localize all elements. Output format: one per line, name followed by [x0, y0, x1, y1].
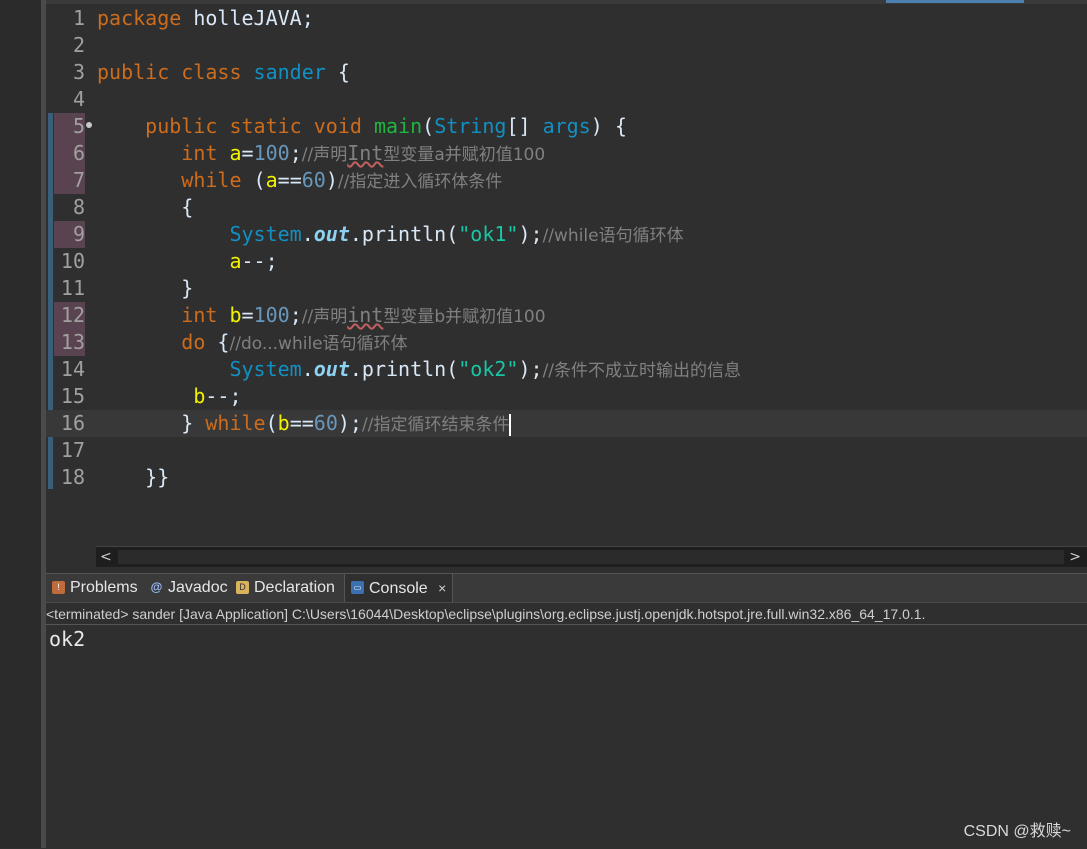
line-number: 8 [72, 195, 85, 219]
tab-label: Problems [70, 579, 138, 596]
javadoc-icon: @ [150, 580, 163, 594]
line-number: 10 [60, 249, 85, 273]
line-number: 17 [60, 438, 85, 462]
line-number: 9 [72, 222, 85, 246]
tab-label: Javadoc [168, 579, 228, 596]
code-line[interactable]: 14 System.out.println("ok2");//条件不成立时输出的… [46, 356, 1087, 383]
panel-tab-bar: ! Problems @ Javadoc D Declaration ▭ Con… [46, 574, 1087, 603]
code-line[interactable]: 9 System.out.println("ok1");//while语句循环体 [46, 221, 1087, 248]
line-number: 12 [60, 303, 85, 327]
code-line[interactable]: 12 int b=100;//声明int型变量b并赋初值100 [46, 302, 1087, 329]
editor-top-border [46, 0, 1087, 4]
code-editor[interactable]: 1 package holleJAVA; 2 3 public class sa… [46, 0, 1087, 546]
code-line[interactable]: 17 [46, 437, 1087, 464]
watermark: CSDN @救赎~ [963, 823, 1071, 840]
code-line[interactable]: 7 while (a==60)//指定进入循环体条件 [46, 167, 1087, 194]
code-line-current[interactable]: 16 } while(b==60);//指定循环结束条件 [46, 410, 1087, 437]
console-icon: ▭ [351, 581, 364, 594]
code-text: System.out.println("ok2");//条件不成立时输出的信息 [229, 357, 742, 382]
code-text: do {//do...while语句循环体 [181, 330, 408, 355]
problems-icon: ! [52, 581, 65, 594]
code-text: while (a==60)//指定进入循环体条件 [181, 168, 503, 193]
line-number: 7 [72, 168, 85, 192]
scroll-right-icon[interactable]: > [1069, 547, 1081, 567]
editor-tab-accent [886, 0, 1024, 3]
code-line[interactable]: 15 b--; [46, 383, 1087, 410]
scrollbar-thumb[interactable] [118, 550, 1064, 564]
left-side-strip [0, 0, 46, 848]
line-number: 2 [72, 33, 85, 57]
line-number: 11 [60, 276, 85, 300]
code-line[interactable]: 2 [46, 32, 1087, 59]
code-text: { [181, 195, 194, 219]
tab-declaration[interactable]: D Declaration [230, 574, 335, 602]
code-text: int b=100;//声明int型变量b并赋初值100 [181, 303, 546, 328]
code-line[interactable]: 4 [46, 86, 1087, 113]
line-number: 15 [60, 384, 85, 408]
console-output[interactable]: ok2 [49, 626, 85, 652]
code-text: } while(b==60);//指定循环结束条件 [181, 411, 512, 436]
code-text: public class sander { [97, 60, 350, 84]
horizontal-scrollbar[interactable]: < > [96, 546, 1087, 567]
code-text: a--; [229, 249, 278, 273]
scroll-left-icon[interactable]: < [100, 547, 112, 567]
console-status-line: <terminated> sander [Java Application] C… [46, 604, 1087, 625]
code-line[interactable]: 1 package holleJAVA; [46, 5, 1087, 32]
code-line[interactable]: 11 } [46, 275, 1087, 302]
code-text: package holleJAVA; [97, 6, 314, 30]
line-number: 16 [60, 411, 85, 435]
close-icon[interactable]: × [438, 574, 446, 602]
line-number: 6 [72, 141, 85, 165]
code-line[interactable]: 5 public static void main(String[] args)… [46, 113, 1087, 140]
code-text: System.out.println("ok1");//while语句循环体 [229, 222, 684, 247]
code-text: int a=100;//声明Int型变量a并赋初值100 [181, 141, 546, 166]
code-text: public static void main(String[] args) { [145, 114, 627, 138]
tab-label: Declaration [254, 579, 335, 596]
declaration-icon: D [236, 581, 249, 594]
code-line[interactable]: 8 { [46, 194, 1087, 221]
text-caret [509, 413, 512, 436]
code-text: } [181, 276, 194, 300]
code-line[interactable]: 10 a--; [46, 248, 1087, 275]
code-line[interactable]: 6 int a=100;//声明Int型变量a并赋初值100 [46, 140, 1087, 167]
line-number: 14 [60, 357, 85, 381]
line-number: 13 [60, 330, 85, 354]
fold-toggle-icon[interactable] [86, 122, 92, 128]
tab-label: Console [369, 580, 428, 597]
code-text: }} [145, 465, 170, 489]
line-number: 1 [72, 6, 85, 30]
line-number: 4 [72, 87, 85, 111]
code-line[interactable]: 18 }} [46, 464, 1087, 491]
line-number: 5 [72, 114, 85, 138]
line-number: 18 [60, 465, 85, 489]
tab-problems[interactable]: ! Problems [46, 574, 138, 602]
tab-javadoc[interactable]: @ Javadoc [144, 574, 228, 602]
code-line[interactable]: 13 do {//do...while语句循环体 [46, 329, 1087, 356]
bottom-panel: ! Problems @ Javadoc D Declaration ▭ Con… [46, 573, 1087, 849]
line-number: 3 [72, 60, 85, 84]
code-text: b--; [193, 384, 242, 408]
code-line[interactable]: 3 public class sander { [46, 59, 1087, 86]
tab-console[interactable]: ▭ Console × [344, 574, 454, 602]
